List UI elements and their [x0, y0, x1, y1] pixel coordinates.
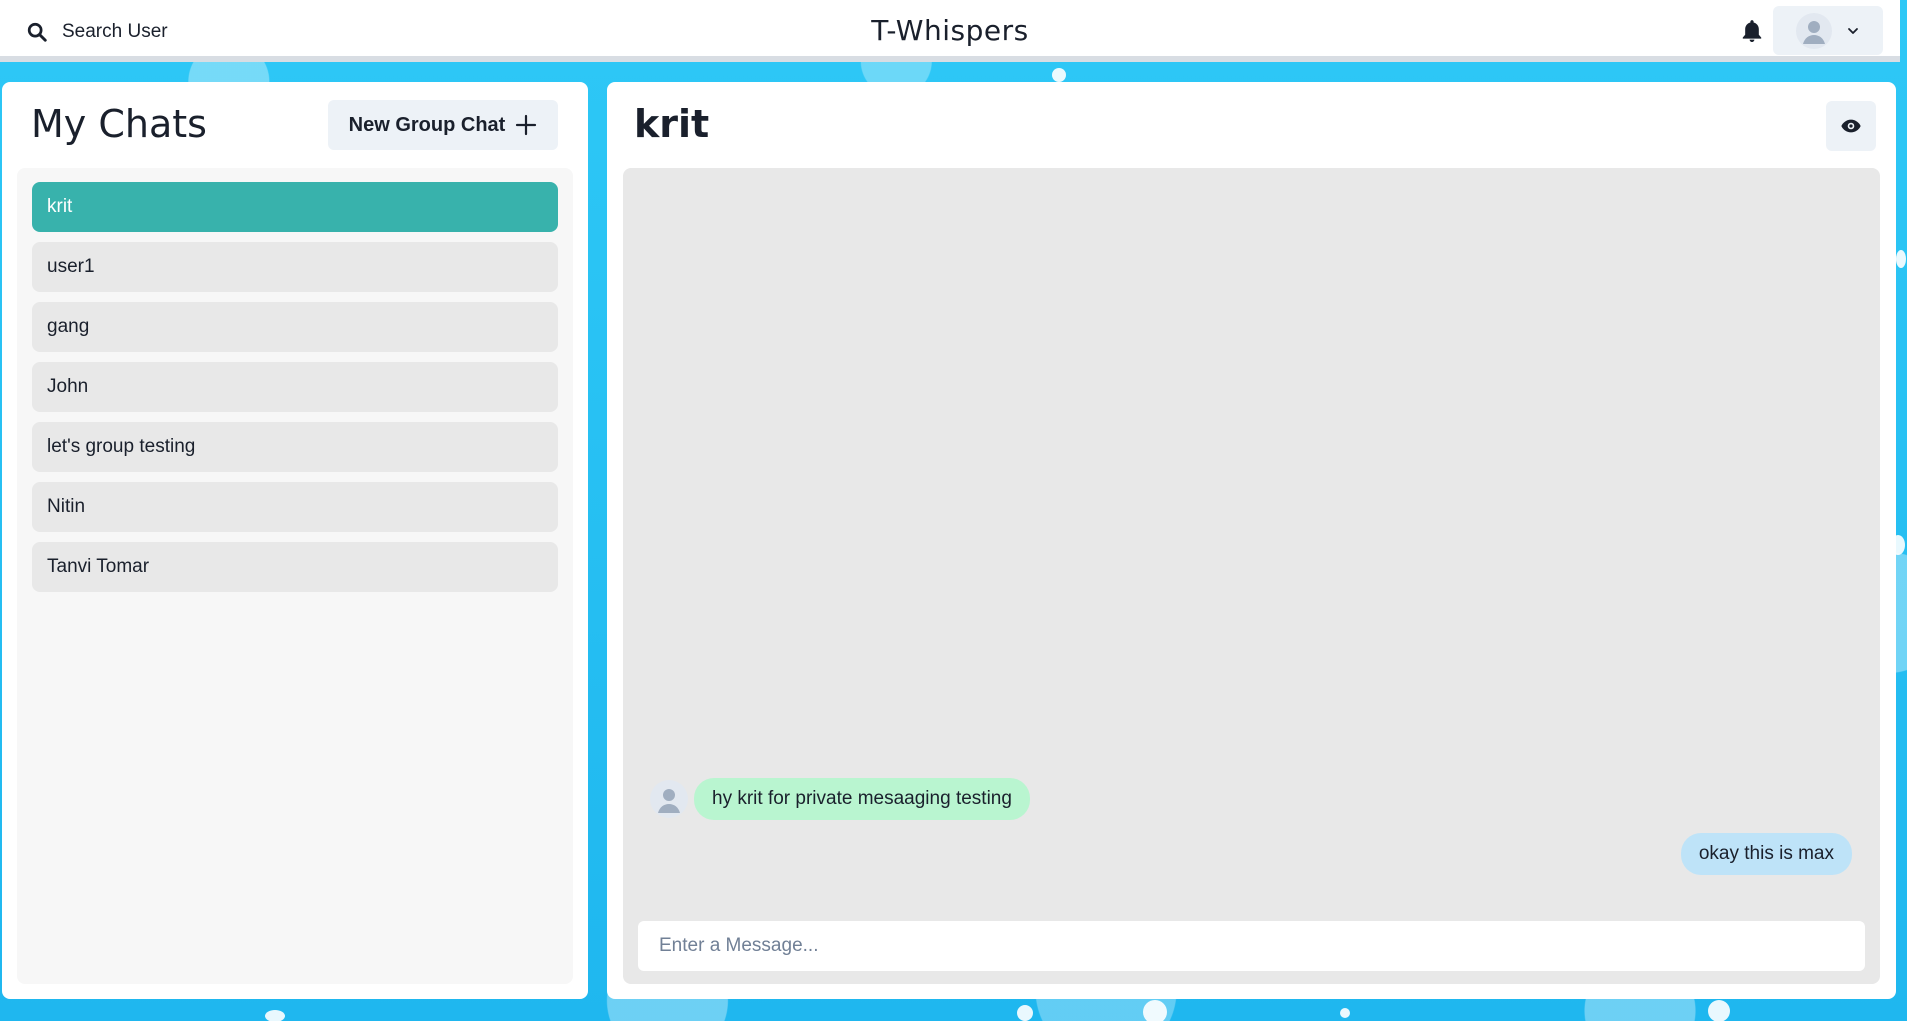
chat-list-item[interactable]: gang — [32, 302, 558, 352]
chat-title: krit — [634, 102, 710, 146]
sent-message-row: okay this is max — [1680, 833, 1852, 875]
chat-item-label: user1 — [47, 256, 95, 277]
chat-list: krit user1 gang John let's group testing… — [17, 168, 573, 984]
new-group-chat-button[interactable]: New Group Chat — [328, 100, 558, 150]
app-title: T-Whispers — [871, 14, 1029, 47]
sender-avatar-icon[interactable] — [650, 780, 688, 818]
chat-item-label: krit — [47, 196, 73, 217]
chat-list-item[interactable]: John — [32, 362, 558, 412]
chat-list-item[interactable]: krit — [32, 182, 558, 232]
received-message-bubble: hy krit for private mesaaging testing — [694, 778, 1030, 820]
messages-area[interactable]: hy krit for private mesaaging testing ok… — [623, 168, 1880, 984]
chat-item-label: gang — [47, 316, 90, 337]
eye-icon — [1841, 119, 1861, 133]
sent-message-bubble: okay this is max — [1680, 833, 1852, 875]
bell-icon[interactable] — [1739, 18, 1765, 44]
new-group-chat-label: New Group Chat — [348, 113, 506, 136]
chat-list-item[interactable]: Tanvi Tomar — [32, 542, 558, 592]
my-chats-title: My Chats — [31, 102, 207, 146]
plus-icon — [516, 114, 537, 136]
chevron-down-icon — [1848, 27, 1858, 34]
chat-item-label: Tanvi Tomar — [47, 556, 150, 577]
user-avatar-icon — [1796, 12, 1832, 49]
view-profile-button[interactable] — [1826, 101, 1876, 151]
chat-panel: krit hy krit for private mesaaging testi… — [607, 82, 1896, 999]
profile-menu-button[interactable] — [1773, 6, 1883, 55]
message-input[interactable] — [638, 921, 1865, 971]
chat-item-label: Nitin — [47, 496, 86, 517]
my-chats-panel: My Chats New Group Chat krit user1 gang … — [2, 82, 588, 999]
chat-list-item[interactable]: user1 — [32, 242, 558, 292]
top-header: Search User T-Whispers — [0, 0, 1900, 62]
chat-list-item[interactable]: let's group testing — [32, 422, 558, 472]
chat-item-label: John — [47, 376, 89, 397]
chat-list-item[interactable]: Nitin — [32, 482, 558, 532]
received-message-row: hy krit for private mesaaging testing — [650, 778, 1030, 820]
chat-item-label: let's group testing — [47, 436, 196, 457]
